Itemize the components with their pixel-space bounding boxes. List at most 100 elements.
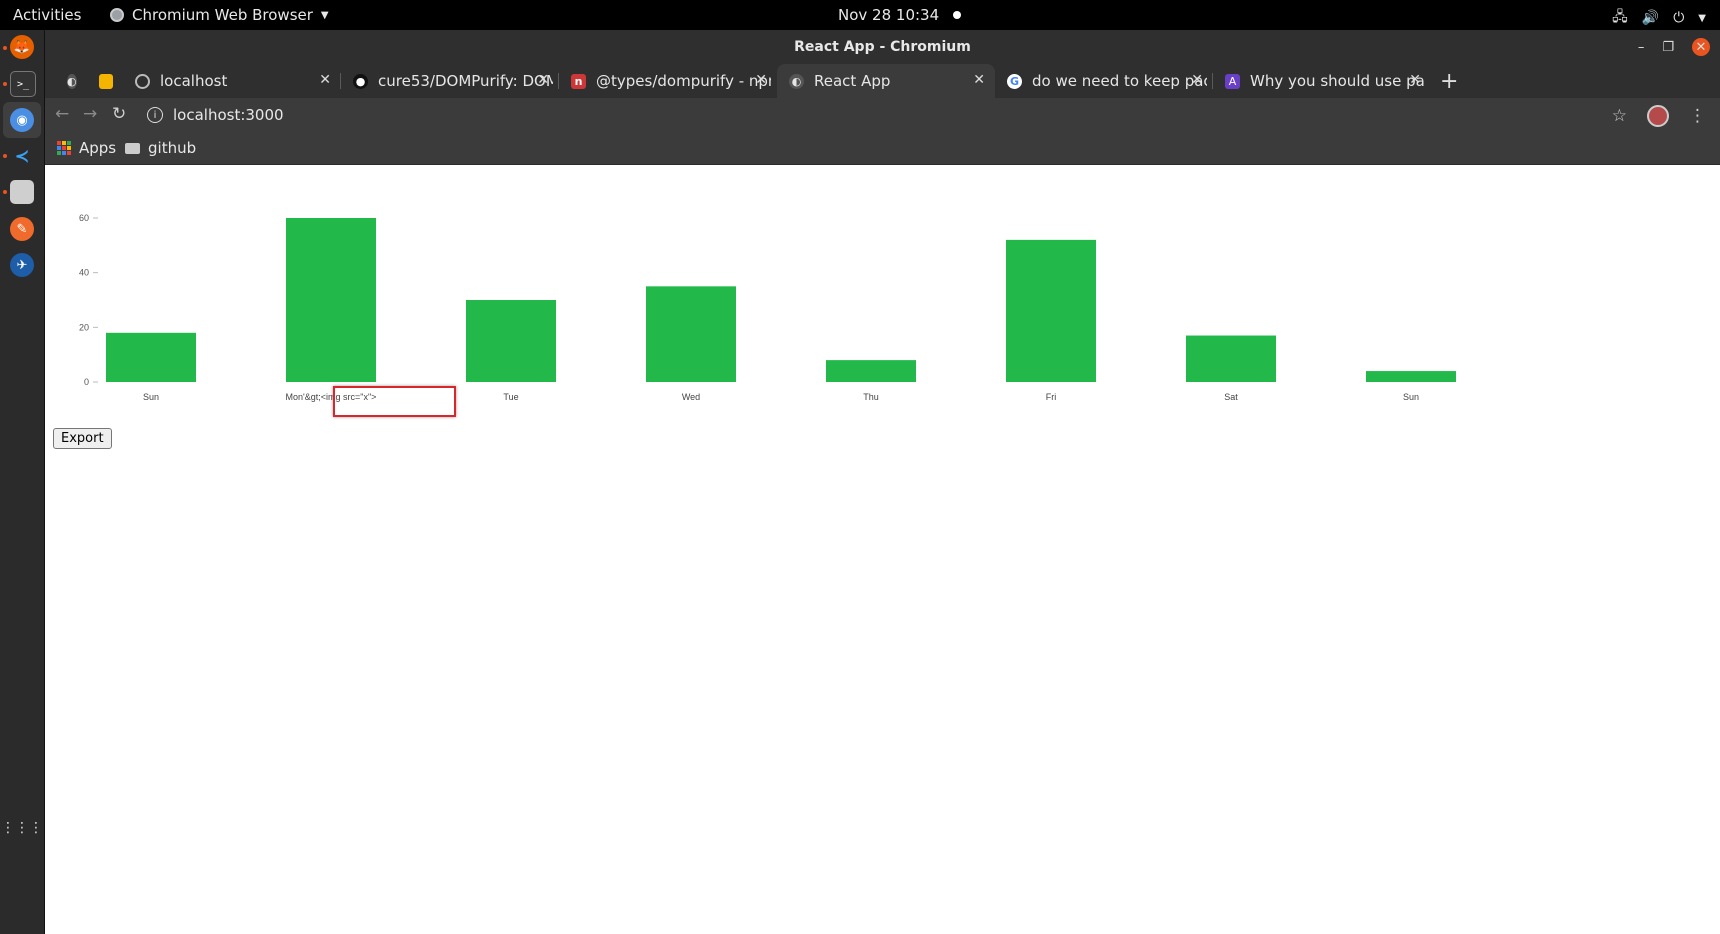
- notification-dot-icon: [953, 11, 962, 19]
- tab-localhost[interactable]: localhost ✕: [123, 64, 341, 98]
- bookmarks-bar: Apps github: [45, 132, 1720, 165]
- site-info-icon[interactable]: i: [147, 107, 163, 123]
- globe-icon: [135, 73, 150, 89]
- show-apps-icon[interactable]: ⋮⋮⋮: [1, 816, 43, 840]
- bookmark-icon: A: [1225, 73, 1240, 89]
- running-indicator: [3, 82, 7, 86]
- bar-4: [826, 360, 916, 382]
- tab-label: do we need to keep packa: [1032, 72, 1207, 90]
- folder-icon: [125, 142, 140, 154]
- running-indicator: [3, 190, 7, 194]
- close-tab-icon[interactable]: ✕: [537, 72, 549, 88]
- bar-chart: 0204060Sun Mon'&gt;<img src="x"> Tue Wed Thu…: [79, 213, 1456, 402]
- browser-toolbar: ← → ↻ i localhost:3000 ☆ ⋮: [45, 98, 1720, 132]
- bar-6: [1186, 335, 1276, 382]
- clock[interactable]: Nov 28 10:34: [838, 6, 962, 24]
- vscode-icon[interactable]: ≺: [10, 144, 34, 168]
- x-tick-label: Sat: [1224, 392, 1238, 402]
- npm-icon: n: [571, 73, 586, 89]
- running-indicator: [3, 46, 7, 50]
- x-tick-label: Tue: [503, 392, 518, 402]
- volume-icon: 🔊: [1641, 10, 1660, 26]
- y-tick-label: 20: [79, 322, 89, 332]
- back-icon[interactable]: ←: [55, 104, 69, 124]
- bar-0: [106, 332, 196, 382]
- minimize-icon[interactable]: –: [1638, 40, 1645, 55]
- window-title: React App - Chromium: [794, 39, 971, 55]
- tab-article[interactable]: A Why you should use packa ✕: [1213, 64, 1431, 98]
- forward-icon[interactable]: →: [83, 104, 97, 124]
- bar-1: [286, 218, 376, 382]
- y-tick-label: 60: [79, 213, 89, 223]
- window-titlebar: React App - Chromium – ❐ ✕: [45, 30, 1720, 64]
- activities-button[interactable]: Activities: [13, 6, 81, 24]
- terminal-icon[interactable]: >_: [10, 71, 36, 97]
- highlight-annotation-box: [333, 386, 456, 417]
- bookmark-folder-label: github: [148, 139, 197, 157]
- google-icon: G: [1007, 73, 1022, 89]
- close-window-icon[interactable]: ✕: [1692, 38, 1710, 56]
- app-icon[interactable]: ✈: [10, 253, 34, 277]
- system-top-bar: Activities Chromium Web Browser ▼ Nov 28…: [0, 0, 1720, 30]
- bookmark-apps[interactable]: Apps: [57, 139, 116, 157]
- keep-icon: [99, 73, 113, 89]
- reload-icon[interactable]: ↻: [112, 104, 126, 124]
- chevron-down-icon: ▼: [320, 9, 329, 21]
- tab-label: localhost: [160, 72, 228, 90]
- tab-strip: ◐ localhost ✕ ● cure53/DOMPurify: DOM ✕ …: [45, 64, 1720, 98]
- clock-label: Nov 28 10:34: [838, 6, 940, 24]
- globe-icon: ◐: [67, 73, 77, 89]
- chromium-icon: [110, 8, 124, 22]
- close-tab-icon[interactable]: ✕: [1191, 72, 1203, 88]
- tab-react-app[interactable]: ◐ React App ✕: [777, 64, 995, 98]
- bar-5: [1006, 239, 1096, 382]
- tab-label: cure53/DOMPurify: DOM: [378, 72, 553, 90]
- new-tab-icon[interactable]: +: [1440, 69, 1458, 94]
- maximize-icon[interactable]: ❐: [1662, 40, 1674, 55]
- system-tray[interactable]: 🖧 🔊 ⏻ ▼: [1612, 6, 1706, 30]
- menu-kebab-icon[interactable]: ⋮: [1689, 106, 1706, 126]
- browser-window: React App - Chromium – ❐ ✕ ◐ localhost ✕…: [45, 30, 1720, 934]
- app-menu[interactable]: Chromium Web Browser ▼: [110, 6, 329, 24]
- bar-3: [646, 286, 736, 382]
- profile-avatar[interactable]: [1647, 105, 1669, 127]
- close-tab-icon[interactable]: ✕: [973, 72, 985, 88]
- x-tick-label: Fri: [1046, 392, 1057, 402]
- tab-google-search[interactable]: G do we need to keep packa ✕: [995, 64, 1213, 98]
- x-tick-label: Sun: [143, 392, 159, 402]
- bar-7: [1366, 371, 1456, 382]
- dock: 🦊 >_ ◉ ≺ ✎ ✈ ⋮⋮⋮: [0, 30, 45, 934]
- postman-icon[interactable]: ✎: [10, 217, 34, 241]
- power-icon: ⏻: [1673, 10, 1685, 26]
- close-tab-icon[interactable]: ✕: [755, 72, 767, 88]
- address-bar[interactable]: i localhost:3000: [143, 101, 1603, 129]
- apps-grid-icon: [57, 141, 71, 155]
- x-tick-label: Wed: [682, 392, 700, 402]
- bookmark-apps-label: Apps: [79, 139, 117, 157]
- page-content: 0 20 40 60 Sun Mon'&gt;<img src="x"> Tue Wed Thu…: [45, 166, 1720, 934]
- running-indicator: [3, 154, 7, 158]
- close-tab-icon[interactable]: ✕: [1409, 72, 1421, 88]
- y-tick-label: 0: [84, 377, 89, 387]
- pinned-tab[interactable]: [87, 64, 123, 98]
- app-menu-label: Chromium Web Browser: [132, 6, 313, 24]
- globe-icon: ◐: [789, 73, 804, 89]
- x-tick-label: Sun: [1403, 392, 1419, 402]
- tab-search-button[interactable]: ◐: [55, 64, 85, 98]
- tab-npm[interactable]: n @types/dompurify - npm ✕: [559, 64, 777, 98]
- firefox-icon[interactable]: 🦊: [10, 35, 34, 59]
- tab-dompurify-github[interactable]: ● cure53/DOMPurify: DOM ✕: [341, 64, 559, 98]
- network-icon: 🖧: [1612, 9, 1628, 25]
- files-icon[interactable]: [10, 180, 34, 204]
- tab-label: @types/dompurify - npm: [596, 72, 771, 90]
- bookmark-folder-github[interactable]: github: [125, 139, 196, 157]
- x-tick-label: Thu: [863, 392, 879, 402]
- tab-label: React App: [814, 72, 891, 90]
- bookmark-star-icon[interactable]: ☆: [1612, 106, 1627, 126]
- close-tab-icon[interactable]: ✕: [319, 72, 331, 88]
- chromium-icon[interactable]: ◉: [10, 108, 34, 132]
- chevron-down-icon: ▼: [1698, 12, 1706, 24]
- export-button[interactable]: Export: [53, 428, 112, 449]
- address-url: localhost:3000: [173, 106, 284, 124]
- y-tick-label: 40: [79, 268, 89, 278]
